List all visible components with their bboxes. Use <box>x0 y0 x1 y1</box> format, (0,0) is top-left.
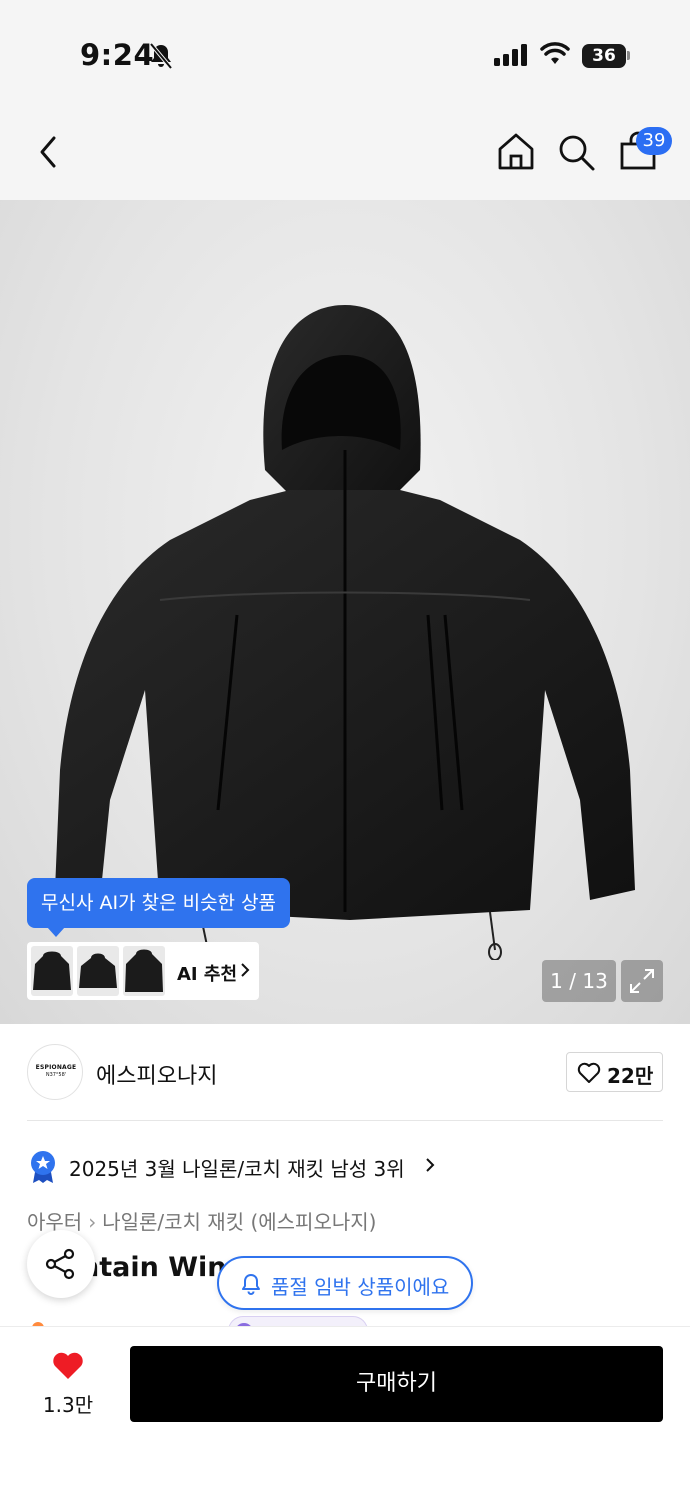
soldout-soon-pill[interactable]: 품절 임박 상품이에요 <box>217 1256 473 1310</box>
ranking-row[interactable]: 2025년 3월 나일론/코치 재킷 남성 3위 <box>27 1150 667 1184</box>
ranking-text: 2025년 3월 나일론/코치 재킷 남성 3위 <box>69 1157 405 1181</box>
status-bar: 9:24 36 <box>0 0 690 110</box>
ai-thumbnail[interactable] <box>31 946 73 996</box>
cellular-signal-icon <box>494 44 527 66</box>
breadcrumb: 아우터 › 나일론/코치 재킷 (에스피오나지) <box>27 1206 376 1235</box>
product-jacket-image <box>55 305 635 960</box>
chevron-right-icon: › <box>88 1210 97 1234</box>
bell-slash-icon <box>149 42 173 70</box>
ai-recommend-strip[interactable]: AI 추천 <box>27 942 259 1000</box>
share-icon <box>45 1248 75 1280</box>
expand-image-button[interactable] <box>621 960 663 1002</box>
image-page-counter: 1 / 13 <box>542 960 616 1002</box>
buy-button[interactable]: 구매하기 <box>130 1346 663 1422</box>
product-title: ntain Win <box>80 1252 227 1283</box>
brand-logo[interactable]: ESPIONAGE N37°58' <box>27 1044 83 1100</box>
brand-logo-subtext: N37°58' <box>45 1072 67 1078</box>
divider <box>27 1120 663 1121</box>
brand-like-button[interactable]: 22만 <box>566 1052 663 1092</box>
ai-similar-products-tooltip: 무신사 AI가 찾은 비슷한 상품 <box>27 878 291 937</box>
chevron-right-icon <box>426 1158 435 1172</box>
ai-thumbnail[interactable] <box>123 946 165 996</box>
share-button[interactable] <box>27 1230 95 1298</box>
cart-count-badge: 39 <box>636 127 672 155</box>
battery-tip <box>627 51 630 60</box>
chevron-right-icon <box>241 963 250 977</box>
bottom-action-bar: 1.3만 구매하기 <box>0 1326 690 1500</box>
expand-icon <box>630 969 654 993</box>
ai-recommend-label[interactable]: AI 추천 <box>177 960 237 986</box>
brand-logo-text: ESPIONAGE <box>35 1064 77 1071</box>
wishlist-button[interactable]: 1.3만 <box>34 1347 106 1431</box>
back-chevron-icon[interactable] <box>30 130 70 174</box>
ranking-medal-icon <box>31 1151 55 1183</box>
wifi-icon <box>540 42 570 64</box>
brand-row: ESPIONAGE N37°58' 에스피오나지 22만 <box>0 1024 690 1120</box>
home-icon[interactable] <box>494 130 538 174</box>
battery-icon: 36 <box>582 44 626 68</box>
top-nav-bar: 39 <box>0 110 690 200</box>
ai-thumbnail[interactable] <box>77 946 119 996</box>
search-icon[interactable] <box>554 130 598 174</box>
product-image-gallery[interactable]: 무신사 AI가 찾은 비슷한 상품 AI 추천 1 / 13 <box>0 200 690 1024</box>
brand-like-count: 22만 <box>607 1064 654 1088</box>
bell-icon <box>242 1274 260 1295</box>
wishlist-count: 1.3만 <box>42 1393 94 1417</box>
heart-filled-icon <box>53 1352 83 1379</box>
breadcrumb-subcategory[interactable]: 나일론/코치 재킷 (에스피오나지) <box>102 1210 376 1234</box>
soldout-soon-text: 품절 임박 상품이에요 <box>271 1275 450 1299</box>
status-time: 9:24 <box>80 38 155 72</box>
brand-name[interactable]: 에스피오나지 <box>96 1058 217 1090</box>
heart-outline-icon <box>577 1062 601 1083</box>
